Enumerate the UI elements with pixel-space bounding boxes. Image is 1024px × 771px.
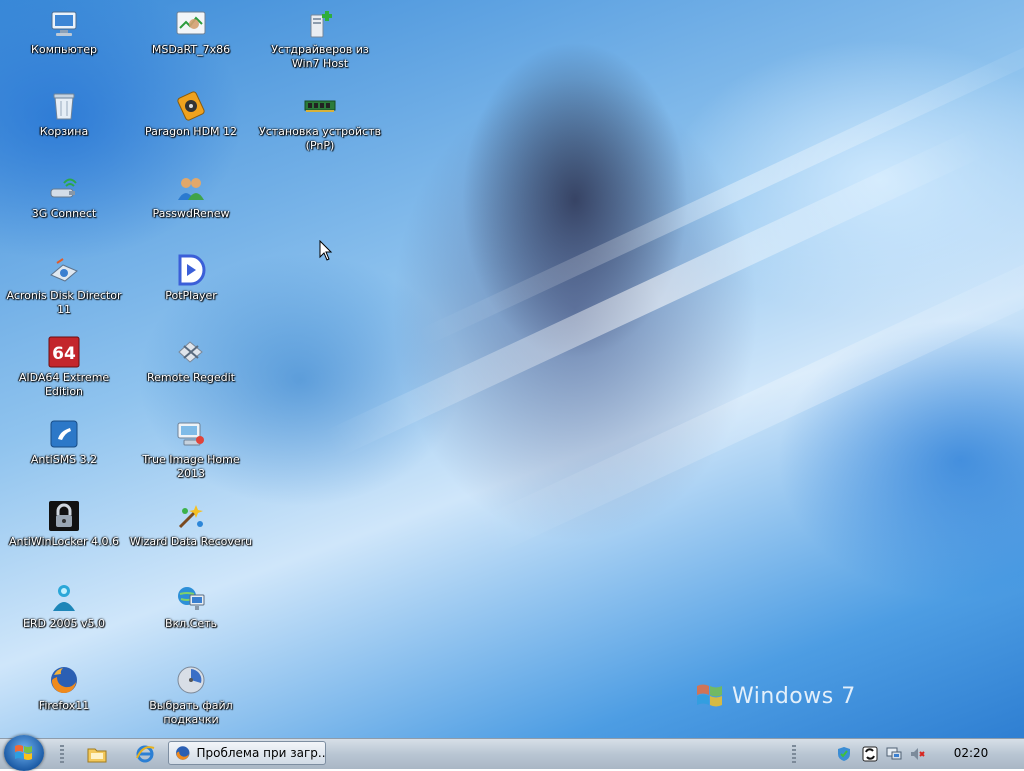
network-status-icon[interactable] [886,746,902,762]
desktop-icon-label: PotPlayer [165,289,217,302]
desktop-icon-label: Выбрать файл подкачки [149,699,233,726]
tray-grip[interactable] [792,745,796,763]
network-icon [175,582,207,614]
desktop-icon-label: AntiWinLocker 4.0.6 [9,535,119,548]
wizard-icon [175,500,207,532]
desktop-icon-label: AntiSMS 3.2 [30,453,98,466]
desktop-icon-msdart[interactable]: MSDaRT_7x86 [128,4,254,84]
true-image-icon [175,418,207,450]
recycle-bin-icon [48,90,80,122]
potplayer-icon [175,254,207,286]
explorer-icon [87,748,107,763]
desktop-icon-label: Firefox11 [38,699,90,712]
security-icon[interactable] [836,746,852,762]
desktop-icon-label: Paragon HDM 12 [144,125,238,138]
watermark-text: Windows 7 [732,683,856,709]
desktop-icon-passwdrenew[interactable]: PasswdRenew [128,168,254,248]
quick-launch-internet-explorer[interactable] [134,744,156,764]
desktop-icon-label: Вкл.Сеть [164,617,218,630]
desktop-icon-recycle-bin[interactable]: Корзина [1,86,127,166]
desktop-icon-label: Корзина [39,125,89,138]
taskbar-task-firefox[interactable]: Проблема при загр... [168,741,326,765]
quick-launch-explorer[interactable] [86,744,108,764]
desktop-icon-label: Acronis Disk Director 11 [6,289,122,316]
desktop-icon-antisms[interactable]: AntiSMS 3.2 [1,414,127,494]
desktop-icon-label: Remote Regedit [147,371,235,384]
desktop-icon-aida64[interactable]: 64 AIDA64 Extreme Edition [1,332,127,412]
computer-icon [48,8,80,40]
regedit-icon [175,336,207,368]
desktop-icon-select-pagefile[interactable]: Выбрать файл подкачки [128,660,254,738]
volume-muted-icon[interactable] [910,746,926,762]
desktop-icon-label: Wizard Data Recoveru [129,535,253,548]
desktop-icon-wizard-data-recovery[interactable]: Wizard Data Recoveru [128,496,254,576]
firefox-icon [48,664,80,696]
desktop-icon-paragon-hdm[interactable]: Paragon HDM 12 [128,86,254,166]
sync-icon[interactable] [862,746,878,762]
desktop-icon-erd-2005[interactable]: ERD 2005 v5.0 [1,578,127,658]
desktop-icon-true-image[interactable]: True Image Home 2013 [128,414,254,494]
taskbar-grip[interactable] [60,745,64,763]
desktop-icon-acronis-disk-director[interactable]: Acronis Disk Director 11 [1,250,127,330]
desktop[interactable]: Компьютер Корзина 3G Connect Acronis Dis… [0,0,1024,738]
desktop-icon-antiwinlocker[interactable]: AntiWinLocker 4.0.6 [1,496,127,576]
windows-logo-icon [697,684,722,707]
taskbar: Проблема при загр... 02:20 [0,735,1024,771]
disk-director-icon [48,254,80,286]
desktop-icon-label: MSDaRT_7x86 [151,43,231,56]
desktop-icon-label: Компьютер [31,43,97,56]
firefox-icon [176,746,190,760]
taskbar-clock[interactable]: 02:20 [946,746,996,760]
task-label: Проблема при загр... [196,746,325,760]
pagefile-icon [175,664,207,696]
memory-module-icon [304,90,336,122]
start-button[interactable] [4,735,44,771]
desktop-icon-label: Установка устройств (PnP) [259,125,381,152]
driver-install-icon [304,8,336,40]
person-icon [48,582,80,614]
windows-logo-icon [15,745,32,760]
desktop-icon-remote-regedit[interactable]: Remote Regedit [128,332,254,412]
paragon-icon [175,90,207,122]
modem-icon [48,172,80,204]
desktop-icon-label: Устдрайверов из Win7 Host [271,43,369,70]
phone-icon [48,418,80,450]
desktop-icon-driver-install[interactable]: Устдрайверов из Win7 Host [257,4,383,84]
mouse-cursor-icon [319,240,333,261]
wallpaper-light-streak [323,127,989,459]
internet-explorer-icon [136,745,155,763]
desktop-icon-computer[interactable]: Компьютер [1,4,127,84]
wallpaper-light-streak [416,26,1024,348]
desktop-icon-potplayer[interactable]: PotPlayer [128,250,254,330]
lock-icon [48,500,80,532]
desktop-icon-firefox[interactable]: Firefox11 [1,660,127,738]
desktop-icon-3g-connect[interactable]: 3G Connect [1,168,127,248]
windows-7-watermark: Windows 7 [694,680,856,712]
desktop-icon-pnp-install[interactable]: Установка устройств (PnP) [257,86,383,166]
desktop-icon-network-enable[interactable]: Вкл.Сеть [128,578,254,658]
users-icon [175,172,207,204]
desktop-icon-label: AIDA64 Extreme Edition [18,371,110,398]
desktop-icon-label: PasswdRenew [152,207,230,220]
aida64-icon: 64 [48,336,80,368]
svg-text:64: 64 [52,344,76,364]
desktop-icon-label: True Image Home 2013 [142,453,240,480]
diagnostics-icon [175,8,207,40]
desktop-icon-label: ERD 2005 v5.0 [22,617,106,630]
desktop-icon-label: 3G Connect [31,207,97,220]
